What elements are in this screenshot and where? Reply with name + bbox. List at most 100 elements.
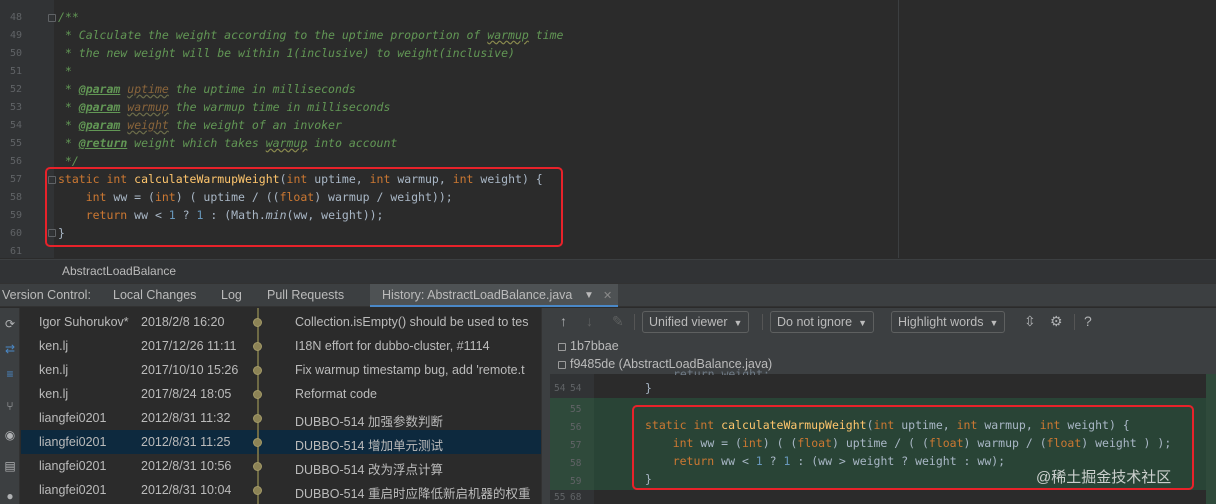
commit-date: 2012/8/31 11:32 [141, 411, 231, 425]
commit-date: 2017/12/26 11:11 [141, 339, 237, 353]
line-number: 54 [9, 120, 22, 131]
commit-author: ken.lj [39, 363, 69, 377]
diff-line-number-right: 54 [570, 383, 582, 394]
commit-message: DUBBO-514 增加单元测试 [295, 439, 443, 453]
tab-dropdown-icon[interactable]: ▼ [584, 290, 594, 301]
line-number: 48 [9, 12, 22, 23]
version-control-tab-bar: Version Control: Local Changes Log Pull … [0, 283, 1216, 307]
diff-line-number-right: 57 [570, 440, 582, 451]
viewer-mode-dropdown[interactable]: Unified viewer ▼ [642, 311, 750, 333]
commit-graph-node [253, 414, 262, 423]
commit-graph-line [257, 308, 259, 504]
help-button[interactable]: ? [1084, 313, 1092, 329]
diff-code-line: } [645, 381, 652, 395]
github-icon[interactable]: ● [2, 488, 18, 504]
line-number: 57 [9, 174, 22, 185]
line-number: 49 [9, 30, 22, 41]
commit-graph-node [253, 390, 262, 399]
commit-date: 2017/8/24 18:05 [141, 387, 232, 401]
commit-row[interactable]: ken.lj 2017/12/26 11:11 I18N effort for … [21, 334, 541, 358]
line-number: 55 [9, 138, 22, 149]
lock-icon [558, 360, 566, 369]
line-number: 50 [9, 48, 22, 59]
toolbar-separator [1074, 314, 1075, 330]
code-line: * [58, 64, 72, 78]
lock-icon [558, 342, 566, 351]
commit-row[interactable]: Igor Suhorukov* 2018/2/8 16:20 Collectio… [21, 310, 541, 334]
line-number: 60 [9, 228, 22, 239]
commit-author: liangfei0201 [39, 411, 107, 425]
commit-date: 2012/8/31 10:04 [141, 483, 232, 497]
commit-author: ken.lj [39, 339, 69, 353]
commit-author: liangfei0201 [39, 459, 107, 473]
tab-pull-requests[interactable]: Pull Requests [267, 288, 344, 302]
code-editor[interactable]: 48 49 50 51 52 53 54 55 56 57 58 59 60 6… [0, 0, 1216, 258]
diff-line-number-right: 59 [570, 476, 582, 487]
tab-log[interactable]: Log [221, 288, 242, 302]
diff-line-number-right: 68 [570, 492, 582, 503]
previous-difference-icon[interactable]: ↑ [560, 313, 567, 329]
line-number: 59 [9, 210, 22, 221]
tab-history[interactable]: History: AbstractLoadBalance.java [382, 288, 572, 302]
code-line: * the new weight will be within 1(inclus… [58, 46, 515, 60]
diff-icon[interactable]: ⇄ [2, 341, 18, 357]
code-line: * @return weight which takes warmup into… [58, 136, 398, 150]
breadcrumb: AbstractLoadBalance [0, 259, 1216, 283]
commit-date: 2018/2/8 16:20 [141, 315, 225, 329]
chevron-down-icon: ▼ [989, 318, 999, 328]
commit-history-list[interactable]: Igor Suhorukov* 2018/2/8 16:20 Collectio… [21, 308, 541, 504]
commit-author: ken.lj [39, 387, 69, 401]
next-difference-icon[interactable]: ↓ [586, 313, 593, 329]
highlight-words-dropdown[interactable]: Highlight words ▼ [891, 311, 1006, 333]
line-number: 56 [9, 156, 22, 167]
commit-date: 2012/8/31 10:56 [141, 459, 232, 473]
commit-row-selected[interactable]: liangfei0201 2012/8/31 11:25 DUBBO-514 增… [21, 430, 541, 454]
line-number: 52 [9, 84, 22, 95]
fold-marker-icon[interactable] [48, 14, 56, 22]
breadcrumb-class[interactable]: AbstractLoadBalance [62, 264, 176, 278]
commit-graph-node [253, 366, 262, 375]
branch-icon[interactable]: ⑂ [2, 398, 18, 414]
commit-graph-node [253, 342, 262, 351]
commit-row[interactable]: liangfei0201 2012/8/31 10:56 DUBBO-514 改… [21, 454, 541, 478]
commit-message: Fix warmup timestamp bug, add 'remote.t [295, 363, 525, 377]
code-line: * @param weight the weight of an invoker [58, 118, 342, 132]
line-number: 61 [9, 246, 22, 257]
commit-row[interactable]: ken.lj 2017/10/10 15:26 Fix warmup times… [21, 358, 541, 382]
tab-local-changes[interactable]: Local Changes [113, 288, 196, 302]
commit-row[interactable]: ken.lj 2017/8/24 18:05 Reformat code [21, 382, 541, 406]
commit-graph-node [253, 462, 262, 471]
revision-base: 1b7bbae [558, 339, 619, 353]
line-number: 58 [9, 192, 22, 203]
close-tab-icon[interactable]: ✕ [603, 289, 612, 302]
toolbar-separator [762, 314, 763, 330]
commit-row[interactable]: liangfei0201 2012/8/31 11:32 DUBBO-514 加… [21, 406, 541, 430]
code-line: * @param warmup the warmup time in milli… [58, 100, 391, 114]
settings-gear-icon[interactable]: ⚙ [1050, 313, 1063, 330]
watermark: @稀土掘金技术社区 [1036, 469, 1172, 486]
commit-author: liangfei0201 [39, 435, 107, 449]
change-marker-scrollbar[interactable] [1206, 374, 1216, 504]
code-line: * @param uptime the uptime in millisecon… [58, 82, 356, 96]
commit-message: DUBBO-514 加强参数判断 [295, 415, 443, 429]
commit-date: 2012/8/31 11:25 [141, 435, 231, 449]
commit-graph-node [253, 438, 262, 447]
chevron-down-icon: ▼ [858, 318, 867, 328]
refresh-icon[interactable]: ⟳ [2, 316, 18, 332]
commit-message: DUBBO-514 重启时应降低新启机器的权重 [295, 487, 531, 501]
collapse-unchanged-icon[interactable]: ⇳ [1024, 313, 1036, 330]
commit-graph-node [253, 486, 262, 495]
ignore-whitespace-dropdown[interactable]: Do not ignore ▼ [770, 311, 874, 333]
diff-line-number-right: 56 [570, 422, 582, 433]
diff-toolbar: ↑ ↓ ✎ Unified viewer ▼ Do not ignore ▼ Hig… [550, 308, 1216, 336]
panel-splitter[interactable] [541, 308, 550, 504]
commit-graph-node [253, 318, 262, 327]
line-number: 51 [9, 66, 22, 77]
annotate-icon[interactable]: ▤ [2, 458, 18, 474]
compare-icon[interactable]: ≡ [2, 366, 18, 382]
code-line: /** [58, 10, 79, 24]
commit-row[interactable]: liangfei0201 2012/8/31 10:04 DUBBO-514 重… [21, 478, 541, 502]
diff-line-number-right: 55 [570, 404, 582, 415]
edit-icon[interactable]: ✎ [612, 313, 624, 330]
eye-icon[interactable]: ◉ [2, 427, 18, 443]
